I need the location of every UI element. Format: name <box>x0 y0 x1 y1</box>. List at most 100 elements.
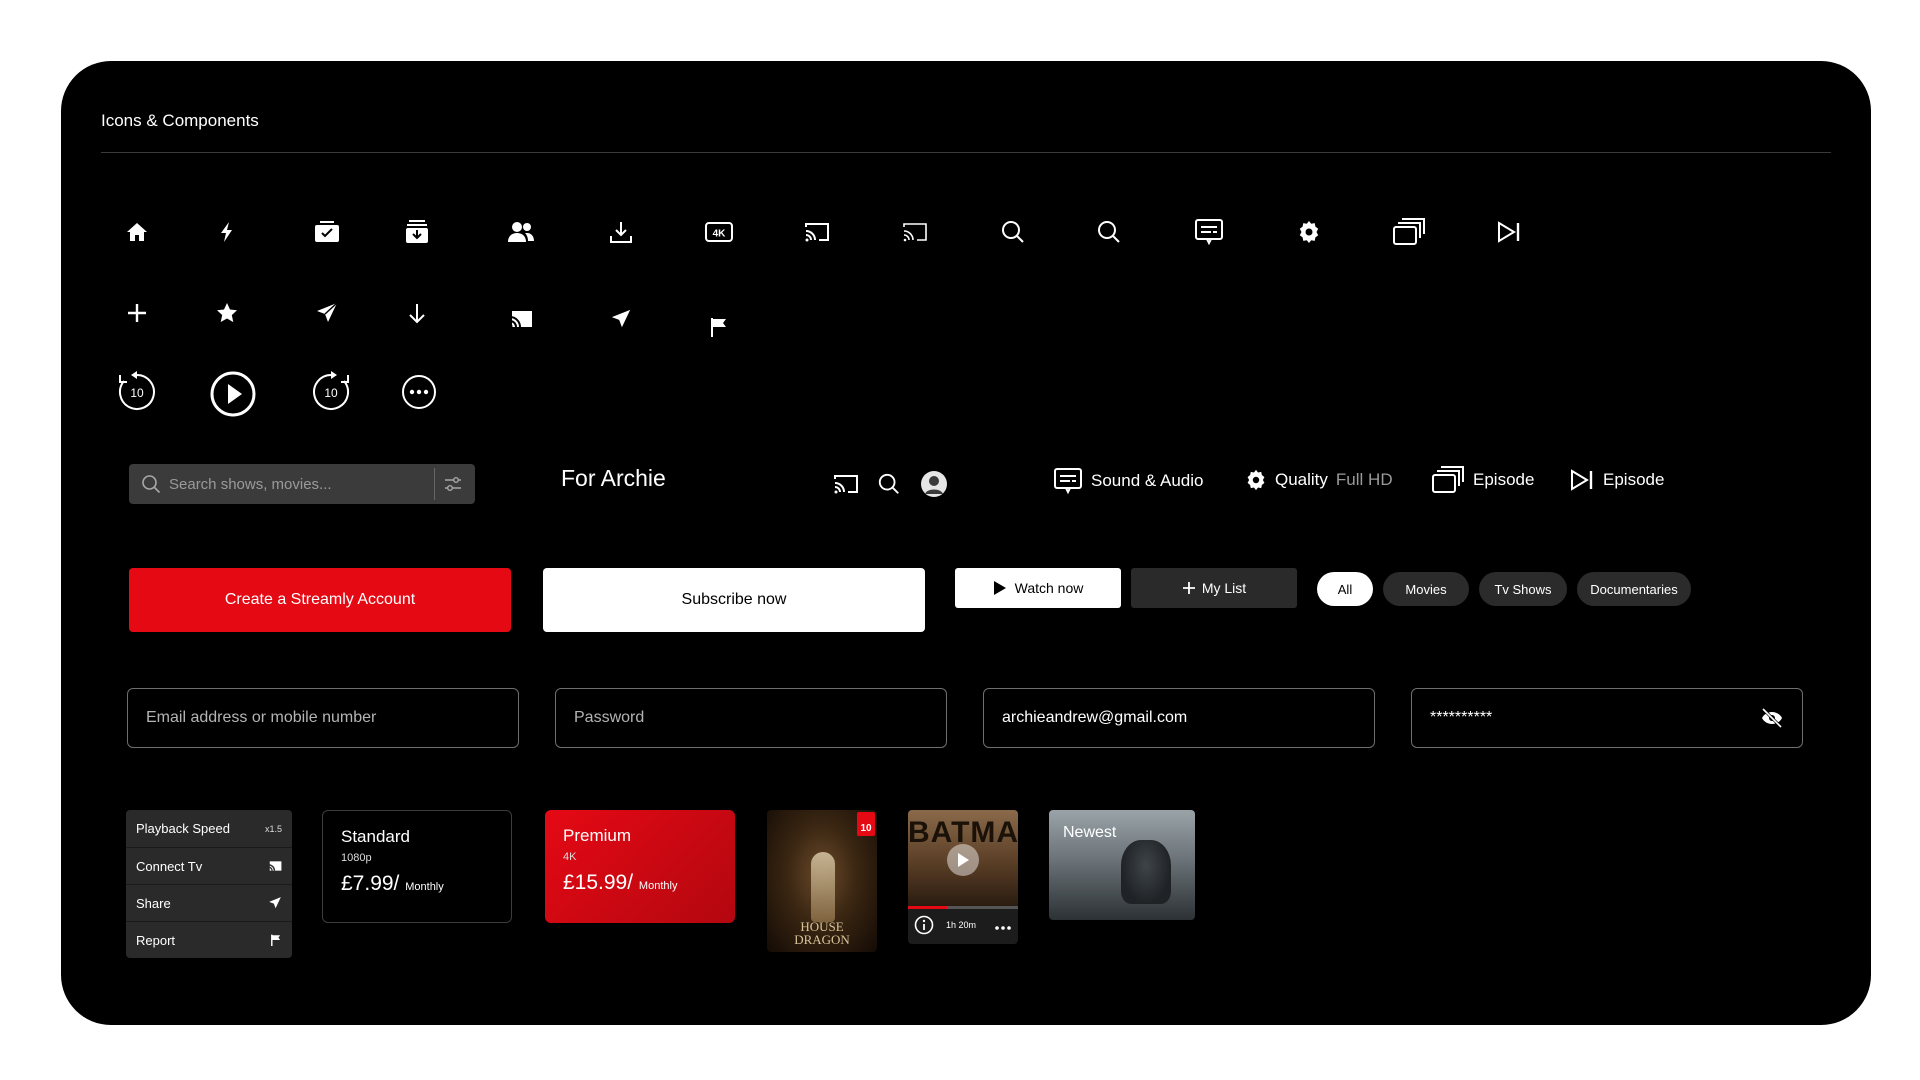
svg-text:4K: 4K <box>713 229 727 240</box>
menu-item-label: Share <box>136 895 171 911</box>
email-field-filled <box>983 688 1375 748</box>
cast-icon[interactable] <box>799 214 835 250</box>
components-canvas: Icons & Components 4K 10 10 Search shows… <box>61 61 1871 1025</box>
chip-movies[interactable]: Movies <box>1383 572 1469 606</box>
chip-documentaries[interactable]: Documentaries <box>1577 572 1691 606</box>
play-icon <box>993 581 1006 595</box>
play-icon[interactable] <box>947 844 979 876</box>
plan-resolution: 4K <box>563 851 577 863</box>
plan-card-premium[interactable]: Premium 4K £15.99/ Monthly <box>545 810 735 923</box>
cast-filled-icon[interactable] <box>503 301 539 337</box>
skip-next-icon[interactable] <box>1491 214 1527 250</box>
arrow-down-icon[interactable] <box>399 295 435 331</box>
chip-tv-shows[interactable]: Tv Shows <box>1479 572 1567 606</box>
watch-now-label: Watch now <box>1014 580 1084 596</box>
poster-newest[interactable]: Newest <box>1049 810 1195 920</box>
filter-icon[interactable] <box>443 474 463 499</box>
next-episode-control[interactable]: Episode <box>1569 468 1664 492</box>
create-account-button[interactable]: Create a Streamly Account <box>129 568 511 632</box>
plan-period: Monthly <box>405 881 444 893</box>
send-icon[interactable] <box>309 295 345 331</box>
search-icon <box>141 474 161 499</box>
users-icon[interactable] <box>503 214 539 250</box>
email-input-filled[interactable] <box>1002 689 1342 747</box>
cast-icon[interactable] <box>828 466 864 502</box>
sound-audio-control[interactable]: Sound & Audio <box>1053 467 1203 495</box>
more-circle-icon[interactable] <box>399 372 439 412</box>
play-circle-icon[interactable] <box>209 370 257 418</box>
chip-all[interactable]: All <box>1317 572 1373 606</box>
newest-tag: Newest <box>1063 824 1117 841</box>
star-icon[interactable] <box>209 295 245 331</box>
cast-filled-icon <box>268 861 282 871</box>
menu-item-playback-speed[interactable]: Playback Speed x1.5 <box>126 810 292 847</box>
send-filled-icon[interactable] <box>603 301 639 337</box>
flag-icon <box>271 934 281 946</box>
watch-now-button[interactable]: Watch now <box>955 568 1121 608</box>
poster-art <box>1121 840 1171 904</box>
plan-name: Standard <box>341 827 410 846</box>
menu-item-share[interactable]: Share <box>126 884 292 921</box>
password-field <box>555 688 947 748</box>
password-input[interactable] <box>574 689 914 747</box>
info-icon[interactable] <box>914 915 934 940</box>
search-bar <box>129 464 475 504</box>
gear-icon[interactable] <box>1291 214 1327 250</box>
menu-item-report[interactable]: Report <box>126 921 292 958</box>
page-title: Icons & Components <box>101 111 259 130</box>
eye-off-icon[interactable] <box>1760 707 1784 733</box>
plan-card-standard[interactable]: Standard 1080p £7.99/ Monthly <box>322 810 512 923</box>
search-alt-icon[interactable] <box>1091 214 1127 250</box>
episodes-label: Episode <box>1473 470 1535 489</box>
download-icon[interactable] <box>603 214 639 250</box>
poster-house-of-the-dragon[interactable]: 10 HOUSE DRAGON <box>767 810 877 952</box>
playback-menu: Playback Speed x1.5 Connect Tv Share Rep… <box>126 810 292 958</box>
title-divider <box>101 152 1831 153</box>
forward-10-icon[interactable]: 10 <box>309 370 353 414</box>
plus-icon <box>1182 582 1195 594</box>
plus-icon[interactable] <box>119 295 155 331</box>
my-list-button[interactable]: My List <box>1131 568 1297 608</box>
top10-badge: 10 <box>857 812 875 836</box>
tv-check-icon[interactable] <box>309 214 345 250</box>
email-input[interactable] <box>146 689 486 747</box>
svg-text:10: 10 <box>324 386 338 400</box>
quality-label: Quality <box>1275 470 1328 489</box>
gear-icon <box>1247 469 1265 491</box>
plan-period: Monthly <box>638 880 678 892</box>
plan-price-row: £7.99/ Monthly <box>341 872 493 896</box>
home-icon[interactable] <box>119 214 155 250</box>
plan-resolution: 1080p <box>341 852 372 864</box>
next-episode-label: Episode <box>1603 470 1665 489</box>
more-icon[interactable] <box>994 918 1012 936</box>
menu-item-connect-tv[interactable]: Connect Tv <box>126 847 292 884</box>
search-icon[interactable] <box>871 466 907 502</box>
plan-price: £7.99/ <box>341 872 400 895</box>
email-field <box>127 688 519 748</box>
password-input-filled[interactable] <box>1430 689 1770 747</box>
flag-icon[interactable] <box>701 309 737 345</box>
search-input[interactable] <box>169 464 429 504</box>
avatar[interactable] <box>916 466 952 502</box>
plan-name: Premium <box>563 826 632 845</box>
plan-price-row: £15.99/ Monthly <box>563 871 717 895</box>
episodes-control[interactable]: Episode <box>1431 466 1534 494</box>
profile-greeting: For Archie <box>561 465 666 491</box>
menu-item-label: Report <box>136 932 176 948</box>
search-icon[interactable] <box>995 214 1031 250</box>
quality-control[interactable]: Quality Full HD <box>1245 469 1393 491</box>
rewind-10-icon[interactable]: 10 <box>115 370 159 414</box>
quality-value: Full HD <box>1335 470 1393 489</box>
subtitles-icon[interactable] <box>1191 214 1227 250</box>
duration: 1h 20m <box>946 920 977 930</box>
cast-outline-icon[interactable] <box>897 214 933 250</box>
sound-audio-label: Sound & Audio <box>1091 471 1204 490</box>
episodes-icon[interactable] <box>1391 214 1427 250</box>
lightning-icon[interactable] <box>209 214 245 250</box>
4k-icon[interactable]: 4K <box>701 214 737 250</box>
poster-batman[interactable]: BATMAN 1h 20m <box>908 810 1018 944</box>
playback-speed-value: x1.5 <box>264 823 282 834</box>
archive-download-icon[interactable] <box>399 214 435 250</box>
search-separator <box>434 468 435 500</box>
subscribe-button[interactable]: Subscribe now <box>543 568 925 632</box>
